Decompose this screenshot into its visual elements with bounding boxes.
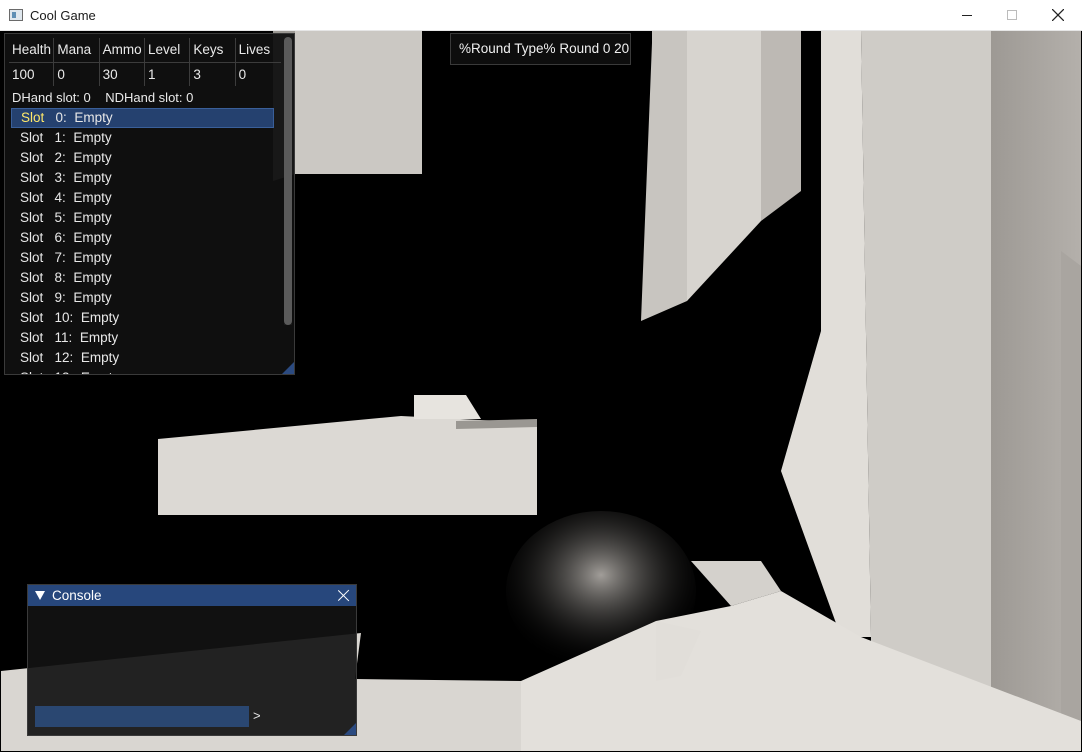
slot-label: Slot <box>20 230 44 245</box>
slot-value: Empty <box>80 310 120 325</box>
round-info: %Round Type% Round 0 20 <box>450 33 631 65</box>
slot-index: 10: <box>54 310 74 325</box>
maximize-button[interactable] <box>989 0 1035 30</box>
stat-header-health: Health <box>9 38 55 62</box>
console-prompt: > <box>253 708 261 723</box>
slot-value: Empty <box>73 150 112 165</box>
triangle-down-icon[interactable] <box>35 591 45 600</box>
slot-label: Slot <box>20 330 44 345</box>
stat-value-lives: 0 <box>238 67 247 82</box>
app-window-icon <box>9 9 23 21</box>
console-titlebar[interactable]: Console <box>28 585 356 606</box>
slot-value: Empty <box>73 250 112 265</box>
slot-value: Empty <box>80 350 120 365</box>
inventory-slot[interactable]: Slot 6: Empty <box>11 228 274 248</box>
slot-index: 5: <box>54 210 66 225</box>
slot-value: Empty <box>81 370 119 374</box>
slot-index: 0: <box>55 110 67 125</box>
inventory-slot[interactable]: Slot 11: Empty <box>11 328 274 348</box>
inventory-slot[interactable]: Slot 2: Empty <box>11 148 274 168</box>
slot-value: Empty <box>73 190 112 205</box>
slot-index: 12: <box>54 350 74 365</box>
inventory-slot[interactable]: Slot 4: Empty <box>11 188 274 208</box>
slot-value: Empty <box>73 130 112 145</box>
slot-label: Slot <box>20 290 44 305</box>
slot-index: 4: <box>54 190 66 205</box>
slot-label: Slot <box>20 130 44 145</box>
close-window-button[interactable] <box>1035 0 1081 30</box>
inventory-slot[interactable]: Slot 12: Empty <box>11 348 274 368</box>
stat-value-keys: 3 <box>190 63 236 86</box>
stats-table: Health Mana Ammo Level Keys Lives 100 0 … <box>9 38 281 86</box>
slot-label: Slot <box>21 110 45 125</box>
inventory-slot-list: Slot 0: Empty Slot 1: Empty Slot 2: Empty S… <box>11 108 274 374</box>
inventory-scrollbar[interactable] <box>284 37 292 325</box>
slot-label: Slot <box>20 210 44 225</box>
slot-value: Empty <box>74 110 113 125</box>
inventory-slot[interactable]: Slot 13: Empty <box>11 368 274 374</box>
inventory-slot[interactable]: Slot 0: Empty <box>11 108 274 128</box>
inventory-slot[interactable]: Slot 8: Empty <box>11 268 274 288</box>
window-title: Cool Game <box>30 8 96 23</box>
stat-header-keys: Keys <box>190 38 236 62</box>
slot-label: Slot <box>20 250 44 265</box>
inventory-slot[interactable]: Slot 3: Empty <box>11 168 274 188</box>
close-icon[interactable] <box>336 588 351 603</box>
slot-value: Empty <box>79 330 119 345</box>
stats-header-row: Health Mana Ammo Level Keys Lives <box>9 38 281 62</box>
stat-header-mana: Mana <box>54 38 100 62</box>
slot-index: 1: <box>54 130 66 145</box>
stat-value-mana: 0 <box>54 63 100 86</box>
window-titlebar[interactable]: Cool Game <box>0 0 1082 31</box>
slot-label: Slot <box>20 370 43 374</box>
inventory-slot[interactable]: Slot 9: Empty <box>11 288 274 308</box>
slot-value: Empty <box>73 210 112 225</box>
inventory-slot[interactable]: Slot 7: Empty <box>11 248 274 268</box>
slot-label: Slot <box>20 150 44 165</box>
console-title: Console <box>52 588 102 603</box>
slot-index: 7: <box>54 250 66 265</box>
close-icon <box>1052 9 1064 21</box>
stat-value-level: 1 <box>145 63 191 86</box>
stat-header-level: Level <box>145 38 191 62</box>
inventory-slot[interactable]: Slot 10: Empty <box>11 308 274 328</box>
slot-value: Empty <box>73 230 112 245</box>
slot-index: 8: <box>54 270 66 285</box>
slot-index: 9: <box>54 290 66 305</box>
slot-value: Empty <box>73 170 112 185</box>
minimize-button[interactable] <box>944 0 990 30</box>
slot-index: 3: <box>54 170 66 185</box>
scroll-thumb[interactable] <box>284 37 292 325</box>
maximize-icon <box>1007 10 1017 20</box>
slot-index: 13: <box>55 370 74 374</box>
slot-index: 2: <box>54 150 66 165</box>
slot-label: Slot <box>20 270 44 285</box>
slot-label: Slot <box>20 170 44 185</box>
slot-value: Empty <box>73 290 112 305</box>
inventory-slot[interactable]: Slot 1: Empty <box>11 128 274 148</box>
resize-grip-icon[interactable] <box>282 362 294 374</box>
console-input[interactable] <box>35 706 249 727</box>
stat-value-health: 100 <box>9 63 55 86</box>
slot-label: Slot <box>20 190 44 205</box>
resize-grip-icon[interactable] <box>344 723 356 735</box>
stats-value-row: 100 0 30 1 3 0 <box>9 62 281 86</box>
stat-header-ammo: Ammo <box>100 38 145 62</box>
slot-index: 11: <box>54 330 73 345</box>
slot-label: Slot <box>20 310 44 325</box>
hand-slots-text: DHand slot: 0 NDHand slot: 0 <box>12 90 194 105</box>
slot-label: Slot <box>20 350 44 365</box>
inventory-slot[interactable]: Slot 5: Empty <box>11 208 274 228</box>
minimize-icon <box>962 14 972 16</box>
stat-value-ammo: 30 <box>100 63 145 86</box>
console-window[interactable]: Console > <box>27 584 357 736</box>
slot-value: Empty <box>73 270 112 285</box>
inventory-panel[interactable]: Health Mana Ammo Level Keys Lives 100 0 … <box>4 33 295 375</box>
slot-index: 6: <box>54 230 66 245</box>
stat-header-lives: Lives <box>238 42 271 57</box>
